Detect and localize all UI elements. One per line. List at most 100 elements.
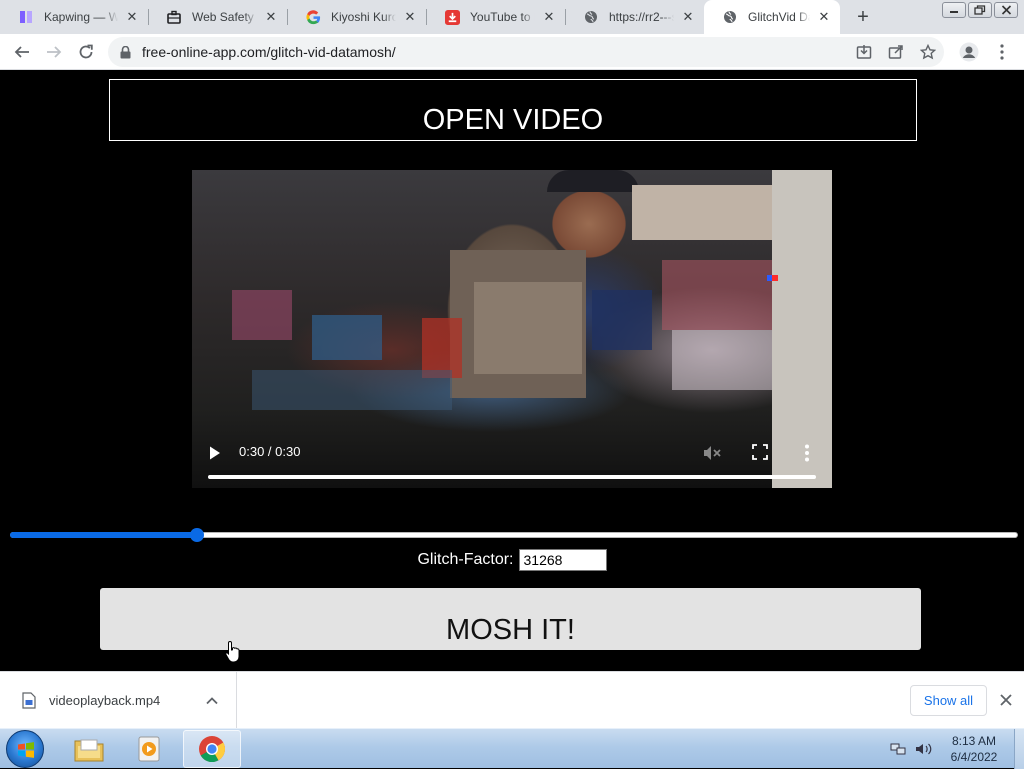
play-icon (210, 446, 220, 460)
google-icon (305, 9, 321, 25)
video-player[interactable]: 0:30 / 0:30 (192, 170, 832, 488)
glitch-factor-label: Glitch-Factor: (417, 551, 514, 568)
slider-thumb[interactable] (190, 528, 205, 542)
media-player-icon (138, 736, 160, 762)
chevron-up-icon[interactable] (205, 694, 219, 706)
more-vertical-icon (805, 444, 809, 462)
show-desktop-button[interactable] (1014, 729, 1024, 769)
close-download-shelf-button[interactable] (998, 692, 1014, 708)
minimize-icon (950, 11, 958, 13)
bookmark-button[interactable] (912, 37, 944, 67)
mosh-it-button[interactable]: MOSH IT! (100, 588, 921, 650)
tab-title: https://rr2---s (609, 10, 674, 24)
reload-icon (79, 44, 93, 59)
video-progress-bar[interactable] (208, 475, 816, 479)
share-icon (888, 45, 903, 59)
address-bar-actions (848, 37, 944, 67)
lock-icon[interactable] (118, 45, 132, 59)
show-all-downloads-button[interactable]: Show all (910, 685, 987, 716)
video-frame-block (547, 170, 639, 192)
network-icon[interactable] (888, 741, 908, 757)
back-button[interactable] (10, 40, 34, 64)
close-icon[interactable]: ✕ (816, 9, 832, 25)
tab-web-safety[interactable]: Web Safety ✕ (148, 0, 287, 34)
arrow-left-icon (14, 46, 29, 58)
fullscreen-button[interactable] (752, 444, 768, 460)
kapwing-icon (18, 9, 34, 25)
tab-title: Kapwing — W (44, 10, 118, 24)
reload-button[interactable] (74, 40, 98, 64)
download-shelf: videoplayback.mp4 Show all (0, 671, 1024, 729)
video-frame-block (312, 315, 382, 360)
close-icon[interactable]: ✕ (680, 9, 696, 25)
star-icon (920, 44, 936, 60)
system-clock[interactable]: 8:13 AM 6/4/2022 (940, 733, 1008, 765)
taskbar-chrome[interactable] (183, 730, 241, 768)
globe-icon (583, 9, 599, 25)
start-button[interactable] (6, 730, 44, 768)
download-icon (444, 9, 460, 25)
open-video-button[interactable]: OPEN VIDEO (109, 79, 917, 141)
video-time: 0:30 / 0:30 (239, 444, 301, 459)
close-icon[interactable]: ✕ (402, 9, 418, 25)
video-frame-block (672, 330, 772, 390)
clock-date: 6/4/2022 (950, 750, 998, 764)
profile-icon (959, 42, 979, 62)
hand-cursor-icon (225, 640, 240, 663)
download-item[interactable]: videoplayback.mp4 (0, 672, 237, 729)
play-button[interactable] (208, 445, 222, 461)
mouse-cursor (225, 640, 241, 664)
new-tab-button[interactable]: + (852, 7, 874, 29)
slider-fill (10, 532, 198, 538)
globe-icon (722, 9, 738, 25)
video-frame-block (662, 260, 772, 330)
windows-taskbar: 8:13 AM 6/4/2022 (0, 728, 1024, 769)
glitch-factor-slider[interactable] (10, 528, 1018, 542)
share-button[interactable] (880, 37, 912, 67)
url-text[interactable]: free-online-app.com/glitch-vid-datamosh/ (142, 44, 396, 60)
download-file-name: videoplayback.mp4 (49, 693, 161, 708)
system-tray (888, 729, 940, 769)
window-controls (942, 2, 1018, 18)
tab-kapwing[interactable]: Kapwing — W ✕ (0, 0, 148, 34)
close-window-button[interactable] (994, 2, 1018, 18)
file-icon (22, 692, 36, 709)
volume-muted-icon (704, 446, 721, 460)
fullscreen-icon (752, 444, 768, 460)
tab-title: Web Safety (192, 10, 254, 24)
restore-icon (974, 5, 986, 15)
forward-button[interactable] (42, 40, 66, 64)
install-icon (856, 45, 872, 59)
arrow-right-icon (47, 46, 62, 58)
profile-button[interactable] (957, 40, 981, 64)
video-frame-block (474, 282, 582, 374)
briefcase-icon (166, 9, 182, 25)
tab-glitchvid[interactable]: GlitchVid Data ✕ (704, 0, 840, 34)
restore-button[interactable] (968, 2, 992, 18)
taskbar-media-player[interactable] (120, 730, 178, 768)
browser-toolbar: free-online-app.com/glitch-vid-datamosh/ (0, 34, 1024, 70)
glitch-factor-row: Glitch-Factor: (0, 548, 1024, 572)
close-icon (1001, 5, 1011, 15)
tab-youtube-to-mp3[interactable]: YouTube to M ✕ (426, 0, 565, 34)
install-app-button[interactable] (848, 37, 880, 67)
mute-button[interactable] (702, 444, 722, 462)
tab-title: YouTube to M (470, 10, 535, 24)
close-icon[interactable]: ✕ (263, 9, 279, 25)
glitch-factor-input[interactable] (518, 549, 607, 571)
volume-icon[interactable] (914, 741, 934, 757)
browser-menu-button[interactable] (990, 40, 1014, 64)
chrome-icon (199, 736, 226, 763)
tab-kiyoshi[interactable]: Kiyoshi Kurom ✕ (287, 0, 426, 34)
minimize-button[interactable] (942, 2, 966, 18)
tab-title: Kiyoshi Kurom (331, 10, 396, 24)
close-icon[interactable]: ✕ (541, 9, 557, 25)
taskbar-file-explorer[interactable] (60, 730, 118, 768)
video-frame-block (422, 318, 462, 378)
close-icon[interactable]: ✕ (124, 9, 140, 25)
address-bar[interactable]: free-online-app.com/glitch-vid-datamosh/ (108, 37, 944, 67)
page-content: OPEN VIDEO 0:30 / 0:30 Glitch-Factor: 31… (0, 71, 1024, 671)
tab-rr2[interactable]: https://rr2---s ✕ (565, 0, 704, 34)
video-frame-block (632, 185, 772, 240)
video-options-button[interactable] (804, 444, 812, 462)
